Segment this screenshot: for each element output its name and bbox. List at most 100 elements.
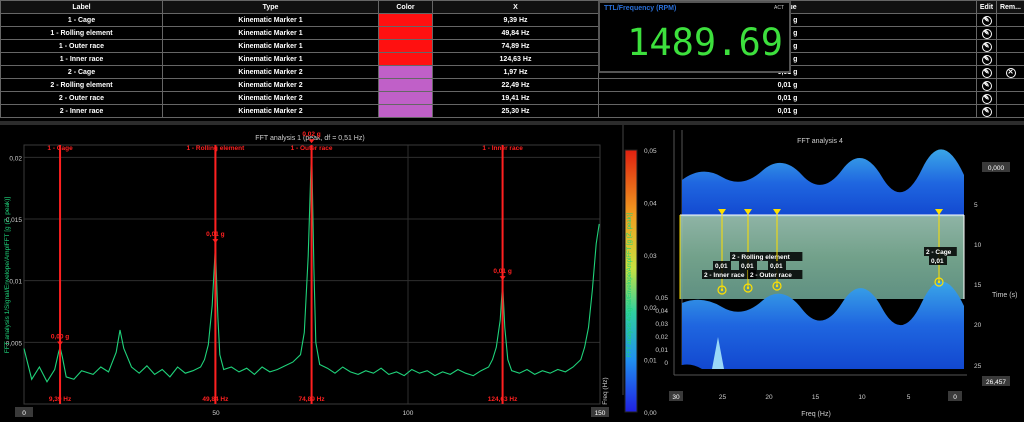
freq-cursor-label: 30 xyxy=(672,394,680,401)
fft-analysis-1-chart[interactable]: FFT analysis 1 (peak, df = 0,51 Hz)0,020… xyxy=(0,125,610,422)
kinematic-marker-2-name: 2 - Rolling element xyxy=(732,254,791,261)
row-remove-cell xyxy=(996,39,1024,53)
kinematic-marker-name: 1 - Rolling element xyxy=(186,145,245,152)
row-type: Kinematic Marker 2 xyxy=(162,91,379,105)
row-edit-cell: ✎ xyxy=(976,104,997,118)
kinematic-marker-value: 0,00 g xyxy=(51,334,69,341)
chart-title: FFT analysis 4 xyxy=(797,138,843,145)
fft-analysis-1-panel[interactable]: FFT analysis 1 (peak, df = 0,51 Hz) 0,02 0… xyxy=(0,125,610,422)
marker-arrow-icon xyxy=(212,239,219,244)
marker-target-dot xyxy=(775,284,779,288)
freq-tick-label: 25 xyxy=(719,394,727,401)
table-row[interactable]: 2 - Inner race Kinematic Marker 2 25,30 Hz… xyxy=(0,104,1024,118)
colorbar-tick-label: 0,01 xyxy=(644,358,657,365)
row-value: 0,01 g xyxy=(598,78,977,92)
row-edit-cell: ✎ xyxy=(976,91,997,105)
colorbar-tick-label: 0,03 xyxy=(644,253,657,260)
marker-target-dot xyxy=(746,286,750,290)
kinematic-marker-value: 0,01 g xyxy=(206,231,224,238)
row-color-swatch[interactable] xyxy=(378,104,433,118)
edit-pencil-icon[interactable]: ✎ xyxy=(981,81,992,91)
row-remove-cell xyxy=(996,13,1024,27)
ttl-rpm-value: 1489.69 xyxy=(627,21,783,64)
marker-target-dot xyxy=(720,288,724,292)
header-label[interactable]: Label xyxy=(0,0,163,14)
row-color-swatch[interactable] xyxy=(378,65,433,79)
row-label: 1 - Inner race xyxy=(0,52,163,66)
colorbar-axis-label: FFT analysis 4/Signal/Envelope/AmplFFT [… xyxy=(627,212,633,357)
ttl-frequency-display[interactable]: TTL/Frequency (RPM) ACT 1489.69 xyxy=(598,1,791,73)
y-tick-label: 0,01 xyxy=(9,279,22,286)
freq-tick-label: 5 xyxy=(907,394,911,401)
header-color[interactable]: Color xyxy=(378,0,433,14)
freq-tick-label: 20 xyxy=(765,394,773,401)
row-edit-cell: ✎ xyxy=(976,13,997,27)
row-x: 9,39 Hz xyxy=(432,13,599,27)
table-row[interactable]: 1 - Outer race Kinematic Marker 1 74,89 Hz… xyxy=(0,39,1024,53)
edit-pencil-icon[interactable]: ✎ xyxy=(981,107,992,117)
kinematic-marker-freq: 49,84 Hz xyxy=(202,396,229,403)
edit-pencil-icon[interactable]: ✎ xyxy=(981,16,992,26)
row-color-swatch[interactable] xyxy=(378,13,433,27)
row-value: 0,01 g xyxy=(598,91,977,105)
table-row[interactable]: 2 - Rolling element Kinematic Marker 2 22,… xyxy=(0,78,1024,92)
y-tick-label: 0,02 xyxy=(9,155,22,162)
row-label: 2 - Inner race xyxy=(0,104,163,118)
colorbar-tick-label: 0,05 xyxy=(644,148,657,155)
kinematic-marker-freq: 124,63 Hz xyxy=(488,396,518,403)
header-x[interactable]: X xyxy=(432,0,599,14)
wall-tick-label: 0,03 xyxy=(655,321,668,328)
edit-pencil-icon[interactable]: ✎ xyxy=(981,55,992,65)
row-label: 1 - Cage xyxy=(0,13,163,27)
header-edit[interactable]: Edit xyxy=(976,0,997,14)
row-x: 22,49 Hz xyxy=(432,78,599,92)
marker-table: Label Type Color X Value Edit Rem... 1 -… xyxy=(0,0,1024,118)
table-row[interactable]: 1 - Rolling element Kinematic Marker 1 49,… xyxy=(0,26,1024,40)
row-remove-cell xyxy=(996,104,1024,118)
row-label: 1 - Outer race xyxy=(0,39,163,53)
row-value: 0,01 g xyxy=(598,104,977,118)
marker-arrow-icon xyxy=(57,341,64,346)
row-color-swatch[interactable] xyxy=(378,26,433,40)
ttl-act-badge: ACT xyxy=(774,5,784,11)
kinematic-marker-2-value: 0,01 xyxy=(770,263,783,270)
table-row[interactable]: 1 - Inner race Kinematic Marker 1 124,63 H… xyxy=(0,52,1024,66)
edit-pencil-icon[interactable]: ✎ xyxy=(981,94,992,104)
row-color-swatch[interactable] xyxy=(378,52,433,66)
wall-tick-label: 0,01 xyxy=(655,347,668,354)
row-x: 74,89 Hz xyxy=(432,39,599,53)
table-row[interactable]: 2 - Outer race Kinematic Marker 2 19,41 Hz… xyxy=(0,91,1024,105)
row-x: 19,41 Hz xyxy=(432,91,599,105)
kinematic-marker-2-name: 2 - Cage xyxy=(926,249,952,256)
time-tick-label: 15 xyxy=(974,282,982,289)
remove-circle-x-icon[interactable]: ✕ xyxy=(1005,68,1016,78)
freq-cursor-label: 0 xyxy=(953,394,957,401)
edit-pencil-icon[interactable]: ✎ xyxy=(981,42,992,52)
kinematic-marker-2-value: 0,01 xyxy=(931,258,944,265)
row-edit-cell: ✎ xyxy=(976,65,997,79)
header-type[interactable]: Type xyxy=(162,0,379,14)
wall-tick-label: 0,02 xyxy=(655,334,668,341)
row-edit-cell: ✎ xyxy=(976,39,997,53)
row-x: 1,97 Hz xyxy=(432,65,599,79)
row-label: 2 - Outer race xyxy=(0,91,163,105)
fft-analysis-4-panel[interactable]: FFT analysis 4 0,05 0,04 0,03 0,02 0,01 0,00 FF… xyxy=(612,125,1024,422)
time-axis-label: Time (s) xyxy=(992,292,1017,299)
kinematic-marker-name: 1 - Outer race xyxy=(291,145,333,152)
row-color-swatch[interactable] xyxy=(378,91,433,105)
edit-pencil-icon[interactable]: ✎ xyxy=(981,68,992,78)
x-cursor-label: 150 xyxy=(595,410,606,417)
kinematic-marker-name: 1 - Inner race xyxy=(482,145,523,152)
table-row[interactable]: 1 - CageKinematic Marker 19,39 Hz0,00 g✎ xyxy=(0,13,1024,27)
header-remove[interactable]: Rem... xyxy=(996,0,1024,14)
table-row[interactable]: 2 - CageKinematic Marker 21,97 Hz0,01 g✎… xyxy=(0,65,1024,79)
row-color-swatch[interactable] xyxy=(378,39,433,53)
kinematic-marker-freq: 74,89 Hz xyxy=(299,396,326,403)
edit-pencil-icon[interactable]: ✎ xyxy=(981,29,992,39)
fft-analysis-4-waterfall[interactable]: FFT analysis 4 0,05 0,04 0,03 0,02 0,01 0,00 FF… xyxy=(612,125,1024,422)
row-remove-cell xyxy=(996,52,1024,66)
row-x: 49,84 Hz xyxy=(432,26,599,40)
table-header-row: Label Type Color X Value Edit Rem... xyxy=(0,0,1024,14)
wall-tick-label: 0,04 xyxy=(655,308,668,315)
row-color-swatch[interactable] xyxy=(378,78,433,92)
